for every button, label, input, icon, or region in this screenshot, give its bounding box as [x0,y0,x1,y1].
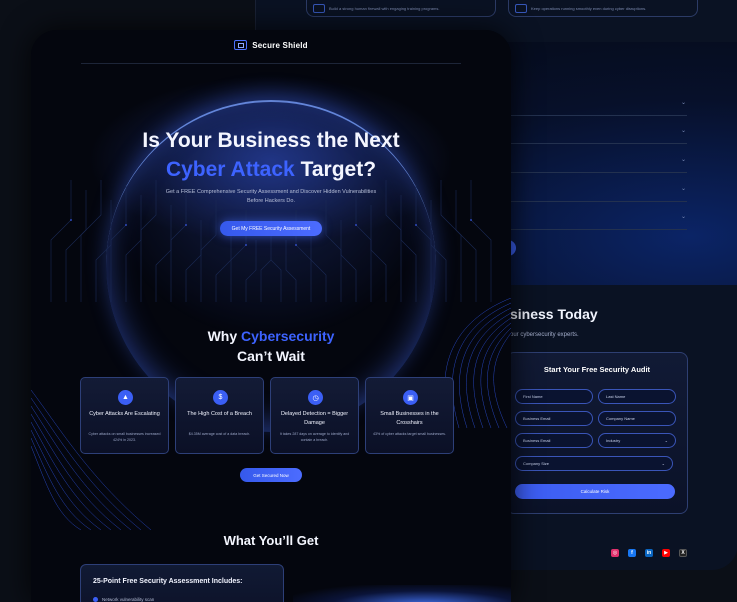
chevron-down-icon[interactable]: ⌄ [681,99,686,106]
glow-visual [293,585,511,602]
stat-card: ▲ Cyber Attacks Are Escalating Cyber att… [80,377,169,454]
get-secured-button[interactable]: Get Secured Now [240,468,302,482]
social-links: ◎ f in ▶ X [611,549,687,557]
includes-card: 25-Point Free Security Assessment Includ… [80,564,284,602]
stat-card: ▣ Small Businesses in the Crosshairs 43%… [365,377,454,454]
continuity-icon [515,3,527,13]
check-icon [93,597,98,602]
stat-card: ◷ Delayed Detection = Bigger Damage It t… [270,377,359,454]
audit-form-title: Start Your Free Security Audit [543,365,651,374]
business-email-field[interactable]: Business Email [515,433,593,448]
first-name-field[interactable]: First Name [515,389,593,404]
x-icon[interactable]: X [679,549,687,557]
money-icon: $ [213,390,228,405]
chevron-down-icon[interactable]: ⌄ [681,127,686,134]
hero-subtitle: Get a FREE Comprehensive Security Assess… [165,189,377,204]
chevron-down-icon[interactable]: ⌄ [681,156,686,163]
linkedin-icon[interactable]: in [645,549,653,557]
feature-pill: Keep operations running smoothly even du… [508,0,698,17]
warning-icon: ▲ [118,390,133,405]
chevron-down-icon[interactable]: ⌄ [681,213,686,220]
what-you-get-title: What You’ll Get [223,533,319,548]
list-item: Network vulnerability scan [93,597,154,602]
shield-chip-icon [234,40,248,50]
training-icon [313,3,325,13]
company-name-field[interactable]: Company Name [598,411,676,426]
header-divider [81,63,461,64]
brand-logo[interactable]: Secure Shield [31,40,511,50]
clock-icon: ◷ [308,390,323,405]
briefcase-icon: ▣ [403,390,418,405]
hero-title: Is Your Business the Next Cyber Attack T… [142,129,400,181]
landing-page: Secure Shield Is Your Business the Next … [31,30,511,602]
hero-section: Secure Shield Is Your Business the Next … [31,30,511,432]
consult-headline: siness Today [510,306,598,322]
company-size-select[interactable]: Company Size ⌄ [515,456,673,471]
stats-cards: ▲ Cyber Attacks Are Escalating Cyber att… [80,377,454,454]
consult-subtitle: our cybersecurity experts. [510,332,579,338]
calculate-risk-button[interactable]: Calculate Risk [515,484,675,499]
business-email-field[interactable]: Business Email [515,411,593,426]
stat-card: $ The High Cost of a Breach $4.35M avera… [175,377,264,454]
youtube-icon[interactable]: ▶ [662,549,670,557]
chevron-down-icon: ⌄ [664,438,668,443]
industry-select[interactable]: Industry ⌄ [598,433,676,448]
chevron-down-icon: ⌄ [661,461,665,466]
facebook-icon[interactable]: f [628,549,636,557]
feature-pill: Build a strong human firewall with engag… [306,0,496,17]
chevron-down-icon[interactable]: ⌄ [681,185,686,192]
free-assessment-button[interactable]: Get My FREE Security Assessment [220,221,322,236]
why-section-title: Why Cybersecurity Can’t Wait [207,328,335,364]
audit-form: Start Your Free Security Audit First Nam… [506,352,688,514]
instagram-icon[interactable]: ◎ [611,549,619,557]
feature-row: Build a strong human firewall with engag… [306,0,698,17]
last-name-field[interactable]: Last Name [598,389,676,404]
